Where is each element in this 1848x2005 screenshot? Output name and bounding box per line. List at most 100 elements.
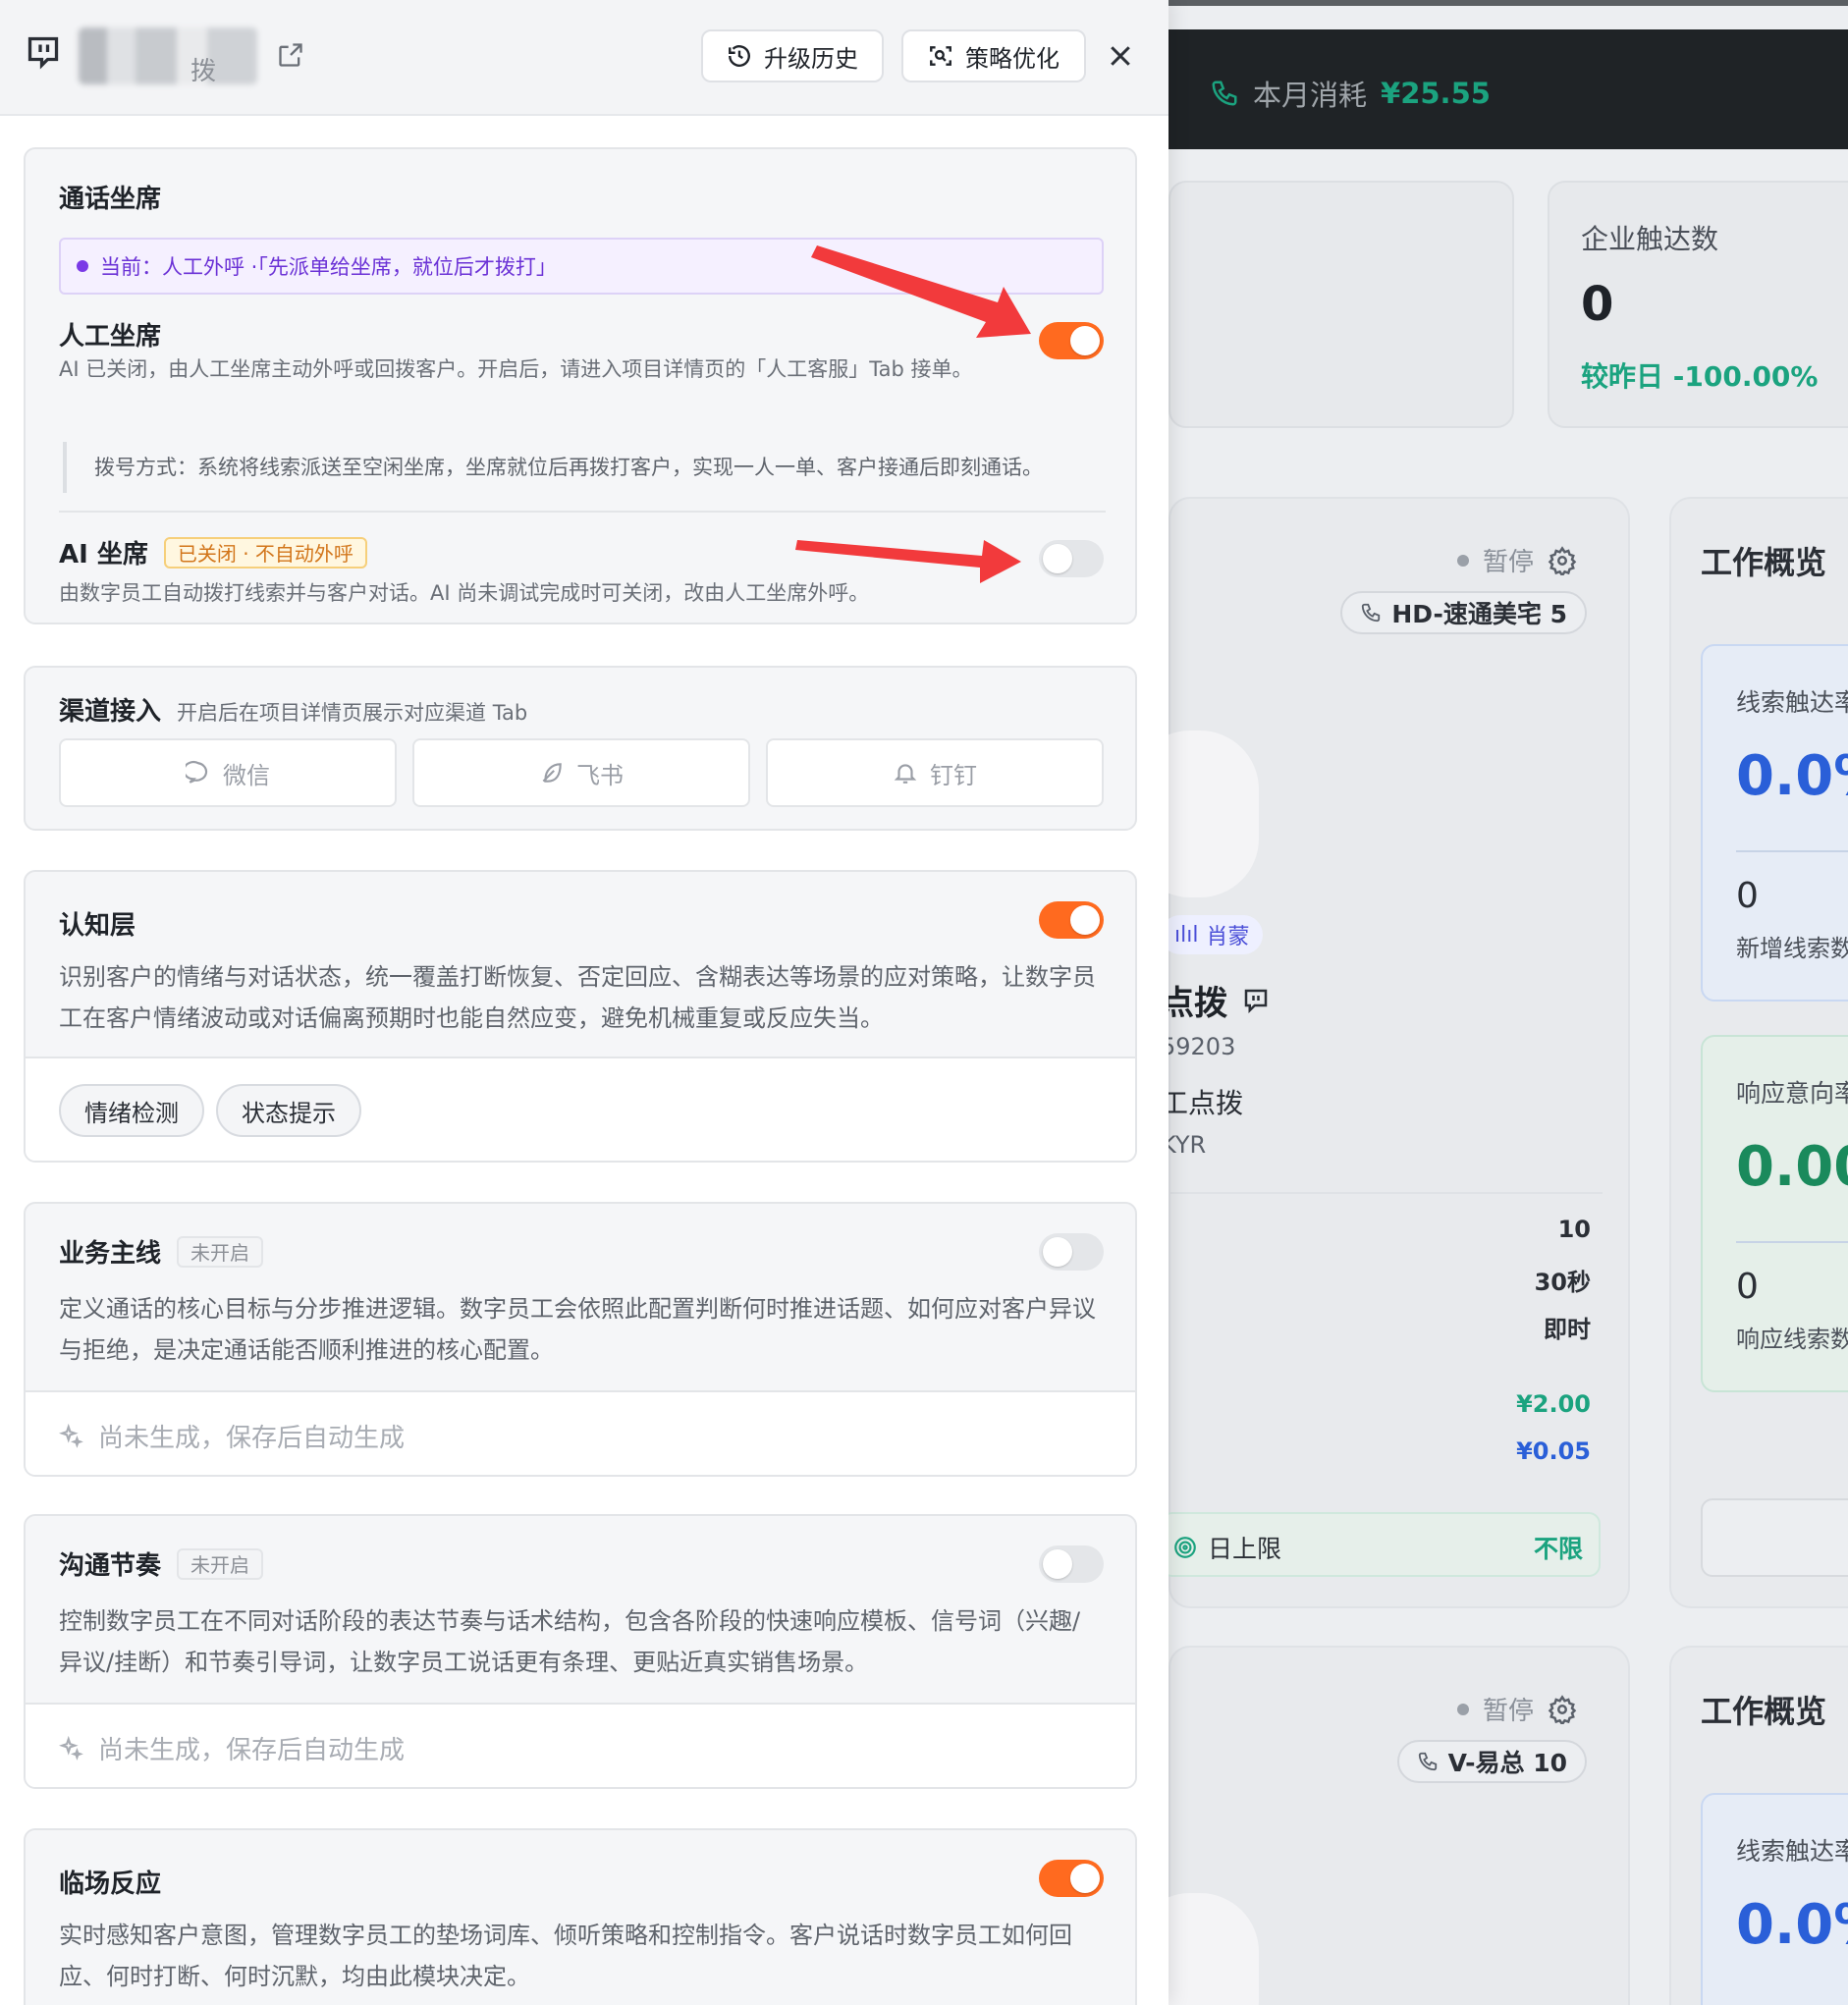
reaction-toggle[interactable] (1039, 1860, 1104, 1897)
waveform-icon: ılıl (1174, 922, 1199, 948)
toggle-knob (1043, 544, 1072, 573)
ai-status-badge: 已关闭 · 不自动外呼 (163, 536, 367, 569)
work-overview: 工作概览 线索触达率 0.0% (1669, 1646, 1848, 2005)
channel-section: 渠道接入 开启后在项目详情页展示对应渠道 Tab 微信 飞书 钉钉 (24, 666, 1137, 831)
drawer-header: 拨 升级历史 策略优化 (0, 0, 1169, 116)
section-title: 认知层 (59, 911, 136, 941)
sparkle-icon (59, 1423, 83, 1448)
agent-card[interactable]: 暂停 V-易总 10 (1131, 1646, 1630, 2005)
toggle-knob (1070, 326, 1100, 355)
upgrade-history-button[interactable]: 升级历史 (701, 29, 884, 82)
channel-label: 微信 (223, 761, 270, 789)
top-divider (1169, 0, 1848, 6)
stat-card (1169, 181, 1514, 428)
work-overview: 工作概览 线索触达率 0.0% 0 新增线索数 响应意向率 0.00 0 响应线… (1669, 497, 1848, 1608)
state-hint-chip[interactable]: 状态提示 (216, 1084, 361, 1137)
toggle-knob (1070, 1864, 1100, 1893)
chat-icon (1244, 989, 1268, 1013)
metric-count: 0 (1736, 1267, 1759, 1307)
agent-status: 暂停 (1456, 1691, 1577, 1727)
reaction-section: 临场反应 实时感知客户意图，管理数字员工的垫场词库、倾听策略和控制指令。客户说话… (24, 1828, 1137, 2005)
status-text: 暂停 (1482, 1697, 1534, 1726)
monthly-spend: 本月消耗 ¥25.55 (1210, 73, 1491, 114)
channel-wechat-button[interactable]: 微信 (59, 738, 397, 807)
toggle-knob (1043, 1549, 1072, 1579)
business-toggle[interactable] (1039, 1233, 1104, 1271)
overview-title: 工作概览 (1701, 544, 1827, 581)
blurred-title (79, 27, 257, 84)
voice-name: 肖蒙 (1206, 925, 1250, 949)
section-body: 尚未生成，保存后自动生成 (26, 1390, 1135, 1475)
phone-line: V-易总 10 (1447, 1749, 1567, 1777)
section-desc: 识别客户的情绪与对话状态，统一覆盖打断恢复、否定回应、含糊表达等场景的应对策略，… (59, 963, 1096, 1032)
reach-card: 企业触达数 0 较昨日 -100.00% (1548, 181, 1848, 428)
external-link-icon[interactable] (277, 41, 304, 69)
metric-value: 0.0% (1736, 1893, 1848, 1957)
section-title-text: 业务主线 (59, 1239, 162, 1269)
rhythm-toggle[interactable] (1039, 1545, 1104, 1583)
section-title: 沟通节奏 未开启 (59, 1545, 264, 1582)
phone-icon (1418, 1752, 1437, 1771)
stat-value: ¥2.00 (1516, 1390, 1591, 1418)
stat-value: ¥0.05 (1516, 1437, 1591, 1465)
channel-hint: 开启后在项目详情页展示对应渠道 Tab (177, 701, 528, 725)
emotion-detect-chip[interactable]: 情绪检测 (59, 1084, 204, 1137)
reach-title: 企业触达数 (1581, 223, 1719, 255)
metric-label: 线索触达率 (1736, 1837, 1848, 1866)
feather-icon (542, 763, 562, 783)
ai-seat-title: AI 坐席 已关闭 · 不自动外呼 (59, 534, 367, 570)
agent-name: 点拨 (1161, 976, 1271, 1024)
placeholder-box (1701, 1498, 1848, 1577)
channel-feishu-button[interactable]: 飞书 (412, 738, 750, 807)
gear-icon[interactable] (1548, 545, 1577, 575)
metric-card: 响应意向率 0.00 0 响应线索数 (1701, 1035, 1848, 1392)
phone-icon (1362, 603, 1381, 623)
agent-id: 59203 (1161, 1033, 1236, 1060)
pending-text: 尚未生成，保存后自动生成 (98, 1424, 406, 1453)
cognition-toggle[interactable] (1039, 901, 1104, 939)
call-seat-section: 通话坐席 当前：人工外呼 ·「先派单给坐席，就位后才拨打」 人工坐席 AI 已关… (24, 147, 1137, 624)
status-text: 暂停 (1482, 548, 1534, 577)
section-desc: 实时感知客户意图，管理数字员工的垫场词库、倾听策略和控制指令。客户说话时数字员工… (59, 1922, 1072, 1990)
section-body: 尚未生成，保存后自动生成 (26, 1703, 1135, 1787)
spend-amount: ¥25.55 (1381, 77, 1491, 110)
agent-card[interactable]: 暂停 HD-速通美宅 5 ılıl 肖蒙 点拨 59203 工点拨 KYR 10… (1131, 497, 1630, 1608)
status-badge: 未开启 (177, 1235, 264, 1268)
metric-count: 0 (1736, 876, 1759, 916)
channel-title: 渠道接入 开启后在项目详情页展示对应渠道 Tab (59, 691, 527, 728)
reach-delta: 较昨日 -100.00% (1581, 360, 1819, 393)
dial-mode-note: 拨号方式：系统将线索派送至空闲坐席，坐席就位后再拨打客户，实现一人一单、客户接通… (63, 442, 1104, 493)
section-desc: 定义通话的核心目标与分步推进逻辑。数字员工会依照此配置判断何时推进话题、如何应对… (59, 1295, 1096, 1364)
current-mode-text: 当前：人工外呼 ·「先派单给坐席，就位后才拨打」 (100, 255, 557, 279)
agent-subtitle: 工点拨 (1161, 1087, 1244, 1119)
metric-card: 线索触达率 0.0% (1701, 1793, 1848, 2005)
strategy-optimize-button[interactable]: 策略优化 (901, 29, 1086, 82)
chat-bubble-icon (186, 760, 208, 784)
cognition-section: 认知层 识别客户的情绪与对话状态，统一覆盖打断恢复、否定回应、含糊表达等场景的应… (24, 870, 1137, 1163)
ai-seat-toggle[interactable] (1039, 540, 1104, 577)
divider (59, 511, 1106, 513)
human-seat-toggle[interactable] (1039, 322, 1104, 359)
channel-dingtalk-button[interactable]: 钉钉 (766, 738, 1104, 807)
sparkle-icon (59, 1735, 83, 1761)
section-title: 通话坐席 (59, 185, 162, 214)
target-icon (1174, 1537, 1196, 1558)
metric-card: 线索触达率 0.0% 0 新增线索数 (1701, 644, 1848, 1002)
spend-label: 本月消耗 (1253, 79, 1368, 112)
stat-value: 即时 (1544, 1316, 1591, 1343)
title-suffix: 拨 (190, 57, 217, 86)
status-badge: 未开启 (177, 1547, 264, 1580)
agent-name-text: 点拨 (1161, 984, 1227, 1023)
channel-title-text: 渠道接入 (59, 697, 162, 727)
toggle-knob (1043, 1237, 1072, 1267)
daily-limit: 日上限 不限 (1161, 1512, 1601, 1577)
daily-limit-label: 日上限 (1172, 1530, 1281, 1565)
pending-text: 尚未生成，保存后自动生成 (98, 1736, 406, 1765)
toggle-knob (1070, 905, 1100, 935)
gear-icon[interactable] (1548, 1694, 1577, 1724)
bell-icon (894, 764, 917, 784)
config-drawer: 拨 升级历史 策略优化 通话坐席 当前：人工外呼 ·「先派单给坐席，就位后才拨打… (0, 0, 1169, 2005)
close-icon[interactable] (1106, 41, 1135, 71)
history-icon (729, 45, 750, 67)
section-title: 临场反应 (59, 1870, 162, 1899)
